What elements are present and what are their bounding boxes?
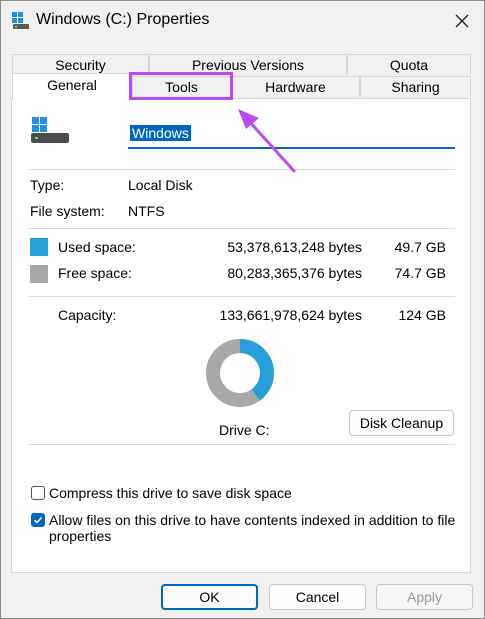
tab-general[interactable]: General (12, 73, 132, 100)
usage-donut-chart (206, 339, 274, 407)
compress-label: Compress this drive to save disk space (49, 485, 292, 501)
compress-checkbox[interactable] (31, 486, 45, 500)
disk-cleanup-label: Disk Cleanup (359, 415, 444, 431)
index-label-line1: Allow files on this drive to have conten… (49, 512, 456, 528)
file-system-value: NTFS (128, 203, 165, 219)
tab-hardware[interactable]: Hardware (231, 76, 360, 97)
annotation-arrow-icon (238, 109, 296, 173)
ok-label: OK (199, 589, 220, 605)
free-space-bytes: 80,283,365,376 bytes (227, 265, 362, 281)
drive-large-icon (29, 117, 71, 150)
tools-tab-highlight (129, 72, 233, 100)
capacity-label: Capacity: (58, 307, 117, 323)
tab-label: Previous Versions (191, 57, 305, 73)
used-space-swatch (30, 238, 48, 256)
tab-label: Security (55, 57, 106, 73)
checkmark-icon (33, 516, 43, 524)
index-checkbox[interactable] (31, 513, 45, 527)
drive-name-value: Windows (130, 125, 191, 141)
window-title: Windows (C:) Properties (36, 11, 210, 28)
cancel-button[interactable]: Cancel (269, 584, 366, 610)
tab-label: General (47, 77, 97, 93)
drive-chart-label: Drive C: (219, 422, 270, 438)
drive-icon (12, 12, 30, 35)
index-label-line2: properties (49, 528, 112, 544)
disk-cleanup-button[interactable]: Disk Cleanup (349, 410, 454, 436)
tab-label: Sharing (391, 79, 440, 95)
apply-label: Apply (406, 589, 443, 605)
free-space-gb: 74.7 GB (394, 265, 446, 281)
capacity-bytes: 133,661,978,624 bytes (219, 307, 362, 323)
tab-sharing[interactable]: Sharing (360, 76, 471, 97)
divider (29, 228, 455, 229)
capacity-gb: 124 GB (398, 307, 446, 323)
close-button[interactable] (445, 7, 479, 35)
divider (29, 444, 455, 445)
divider (29, 296, 455, 297)
apply-button[interactable]: Apply (376, 584, 473, 610)
used-space-label: Used space: (58, 239, 136, 255)
tab-quota[interactable]: Quota (347, 54, 471, 75)
tab-label: Hardware (265, 79, 326, 95)
cancel-label: Cancel (295, 589, 340, 605)
used-space-bytes: 53,378,613,248 bytes (227, 239, 362, 255)
properties-dialog: Windows (C:) Properties Security Previou… (0, 0, 485, 619)
used-space-gb: 49.7 GB (394, 239, 446, 255)
close-icon (455, 14, 469, 28)
free-space-swatch (30, 265, 48, 283)
tab-label: Quota (389, 57, 429, 73)
file-system-label: File system: (30, 203, 105, 219)
type-label: Type: (30, 177, 65, 193)
ok-button[interactable]: OK (161, 584, 258, 610)
free-space-label: Free space: (58, 265, 132, 281)
type-value: Local Disk (128, 177, 193, 193)
